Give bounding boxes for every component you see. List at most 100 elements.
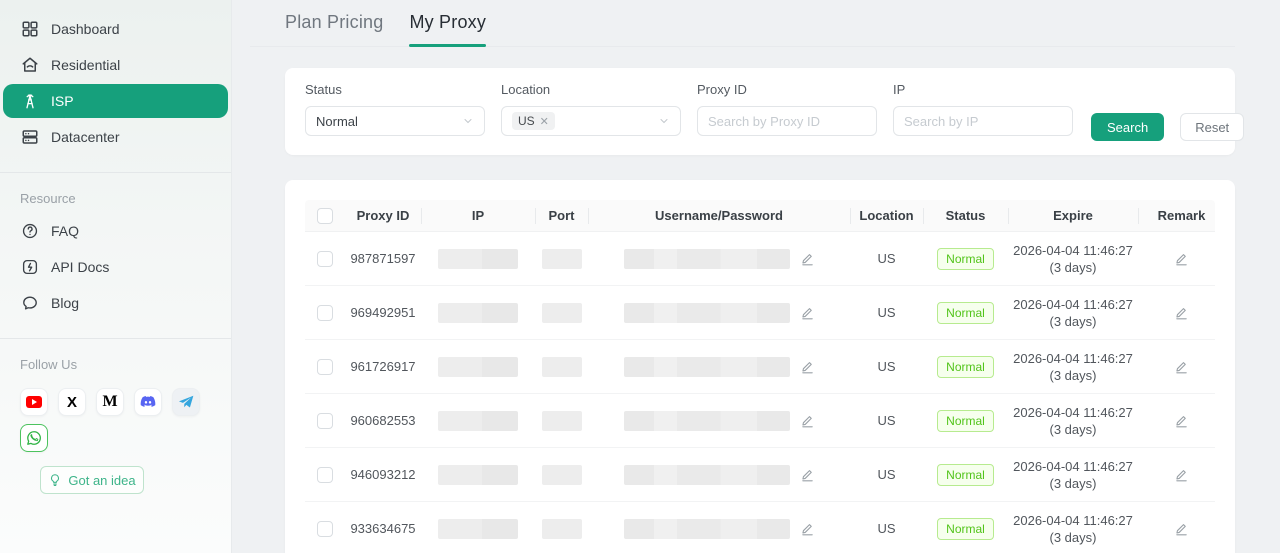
status-badge: Normal — [937, 355, 994, 378]
table-row: 987871597 US Normal 2026-04-04 11:46:27 … — [305, 232, 1215, 286]
proxy-id-label: Proxy ID — [697, 82, 747, 97]
medium-link[interactable]: M — [96, 388, 124, 416]
edit-credentials-icon[interactable] — [800, 521, 815, 536]
sidebar-item-label: API Docs — [51, 259, 110, 275]
edit-remark-icon[interactable] — [1174, 413, 1189, 428]
ip-filter: IP — [893, 82, 1073, 155]
sidebar-item-residential[interactable]: Residential — [3, 48, 228, 82]
sidebar-item-datacenter[interactable]: Datacenter — [3, 120, 228, 154]
redacted-username-password — [623, 356, 790, 377]
sidebar-item-label: Residential — [51, 57, 121, 73]
redacted-ip — [438, 410, 518, 431]
expire-days: (3 days) — [1049, 259, 1097, 275]
proxy-id-input[interactable] — [708, 113, 866, 129]
redacted-ip — [438, 302, 518, 323]
search-button[interactable]: Search — [1091, 113, 1165, 141]
proxy-id-filter: Proxy ID — [697, 82, 877, 155]
redacted-username-password — [623, 464, 790, 485]
column-header-port: Port — [535, 200, 588, 232]
x-icon: X — [66, 393, 77, 411]
isp-tower-icon — [26, 94, 34, 109]
status-badge: Normal — [937, 301, 994, 324]
sidebar-item-label: FAQ — [51, 223, 80, 239]
location-select[interactable]: US ✕ — [501, 106, 681, 136]
expire-date: 2026-04-04 11:46:27 — [1013, 404, 1133, 420]
discord-link[interactable] — [134, 388, 162, 416]
row-checkbox[interactable] — [317, 304, 333, 321]
expire-days: (3 days) — [1049, 367, 1097, 383]
status-select[interactable]: Normal — [305, 106, 485, 136]
location-tag-label: US — [518, 114, 535, 128]
row-checkbox[interactable] — [317, 250, 333, 267]
main-content: Plan Pricing My Proxy Status Normal Loca… — [232, 0, 1280, 553]
status-badge: Normal — [937, 517, 994, 540]
datacenter-icon — [22, 130, 38, 144]
table-row: 960682553 US Normal 2026-04-04 11:46:27 … — [305, 394, 1215, 448]
tab-bar: Plan Pricing My Proxy — [250, 0, 1235, 47]
expire-date: 2026-04-04 11:46:27 — [1013, 242, 1133, 258]
chevron-down-icon — [658, 115, 670, 127]
residential-icon — [22, 57, 38, 72]
location-label: Location — [501, 82, 551, 97]
tab-plan-pricing[interactable]: Plan Pricing — [285, 12, 383, 46]
blog-icon — [23, 296, 37, 310]
edit-remark-icon[interactable] — [1174, 467, 1189, 482]
edit-credentials-icon[interactable] — [800, 413, 815, 428]
youtube-icon — [26, 396, 42, 408]
sidebar-item-api-docs[interactable]: API Docs — [3, 250, 228, 284]
x-link[interactable]: X — [58, 388, 86, 416]
redacted-username-password — [623, 302, 790, 323]
sidebar-item-isp[interactable]: ISP — [3, 84, 228, 118]
edit-credentials-icon[interactable] — [800, 359, 815, 374]
location-cell: US — [877, 251, 896, 266]
row-checkbox[interactable] — [317, 358, 333, 375]
expire-date: 2026-04-04 11:46:27 — [1013, 458, 1133, 474]
location-cell: US — [877, 359, 896, 374]
redacted-port — [541, 302, 582, 323]
sidebar-item-blog[interactable]: Blog — [3, 286, 228, 320]
table-row: 946093212 US Normal 2026-04-04 11:46:27 … — [305, 448, 1215, 502]
youtube-link[interactable] — [20, 388, 48, 416]
whatsapp-link[interactable] — [20, 424, 48, 452]
remove-tag-icon[interactable]: ✕ — [540, 115, 549, 128]
edit-remark-icon[interactable] — [1174, 359, 1189, 374]
column-header-ip: IP — [421, 200, 535, 232]
expire-days: (3 days) — [1049, 475, 1097, 491]
row-checkbox[interactable] — [317, 412, 333, 429]
redacted-port — [541, 356, 582, 377]
telegram-link[interactable] — [172, 388, 200, 416]
follow-us-label: Follow Us — [20, 357, 78, 372]
filter-panel: Status Normal Location US ✕ Proxy ID Sea… — [285, 68, 1245, 155]
status-badge: Normal — [937, 463, 994, 486]
row-checkbox[interactable] — [317, 520, 333, 537]
discord-icon — [140, 396, 156, 407]
edit-remark-icon[interactable] — [1174, 305, 1189, 320]
ip-input[interactable] — [904, 113, 1062, 129]
edit-credentials-icon[interactable] — [800, 467, 815, 482]
edit-credentials-icon[interactable] — [800, 251, 815, 266]
edit-credentials-icon[interactable] — [800, 305, 815, 320]
row-checkbox[interactable] — [317, 466, 333, 483]
redacted-ip — [438, 464, 518, 485]
got-an-idea-button[interactable]: Got an idea — [40, 466, 144, 494]
edit-remark-icon[interactable] — [1174, 251, 1189, 266]
status-select-value: Normal — [316, 113, 358, 129]
sidebar-item-faq[interactable]: FAQ — [3, 214, 228, 248]
faq-icon — [22, 223, 38, 239]
sidebar-item-label: Blog — [51, 295, 80, 311]
reset-button[interactable]: Reset — [1180, 113, 1245, 141]
redacted-port — [541, 248, 582, 269]
select-all-checkbox[interactable] — [317, 207, 333, 224]
column-header-status: Status — [923, 200, 1008, 232]
select-all-cell — [305, 200, 345, 232]
sidebar-item-dashboard[interactable]: Dashboard — [3, 12, 228, 46]
status-badge: Normal — [937, 409, 994, 432]
column-header-location: Location — [850, 200, 923, 232]
got-an-idea-label: Got an idea — [68, 472, 136, 488]
edit-remark-icon[interactable] — [1174, 521, 1189, 536]
expire-cell: 2026-04-04 11:46:27 (3 days) — [1008, 296, 1138, 330]
location-cell: US — [877, 521, 896, 536]
expire-days: (3 days) — [1049, 529, 1097, 545]
redacted-username-password — [623, 518, 790, 539]
tab-my-proxy[interactable]: My Proxy — [409, 12, 486, 47]
